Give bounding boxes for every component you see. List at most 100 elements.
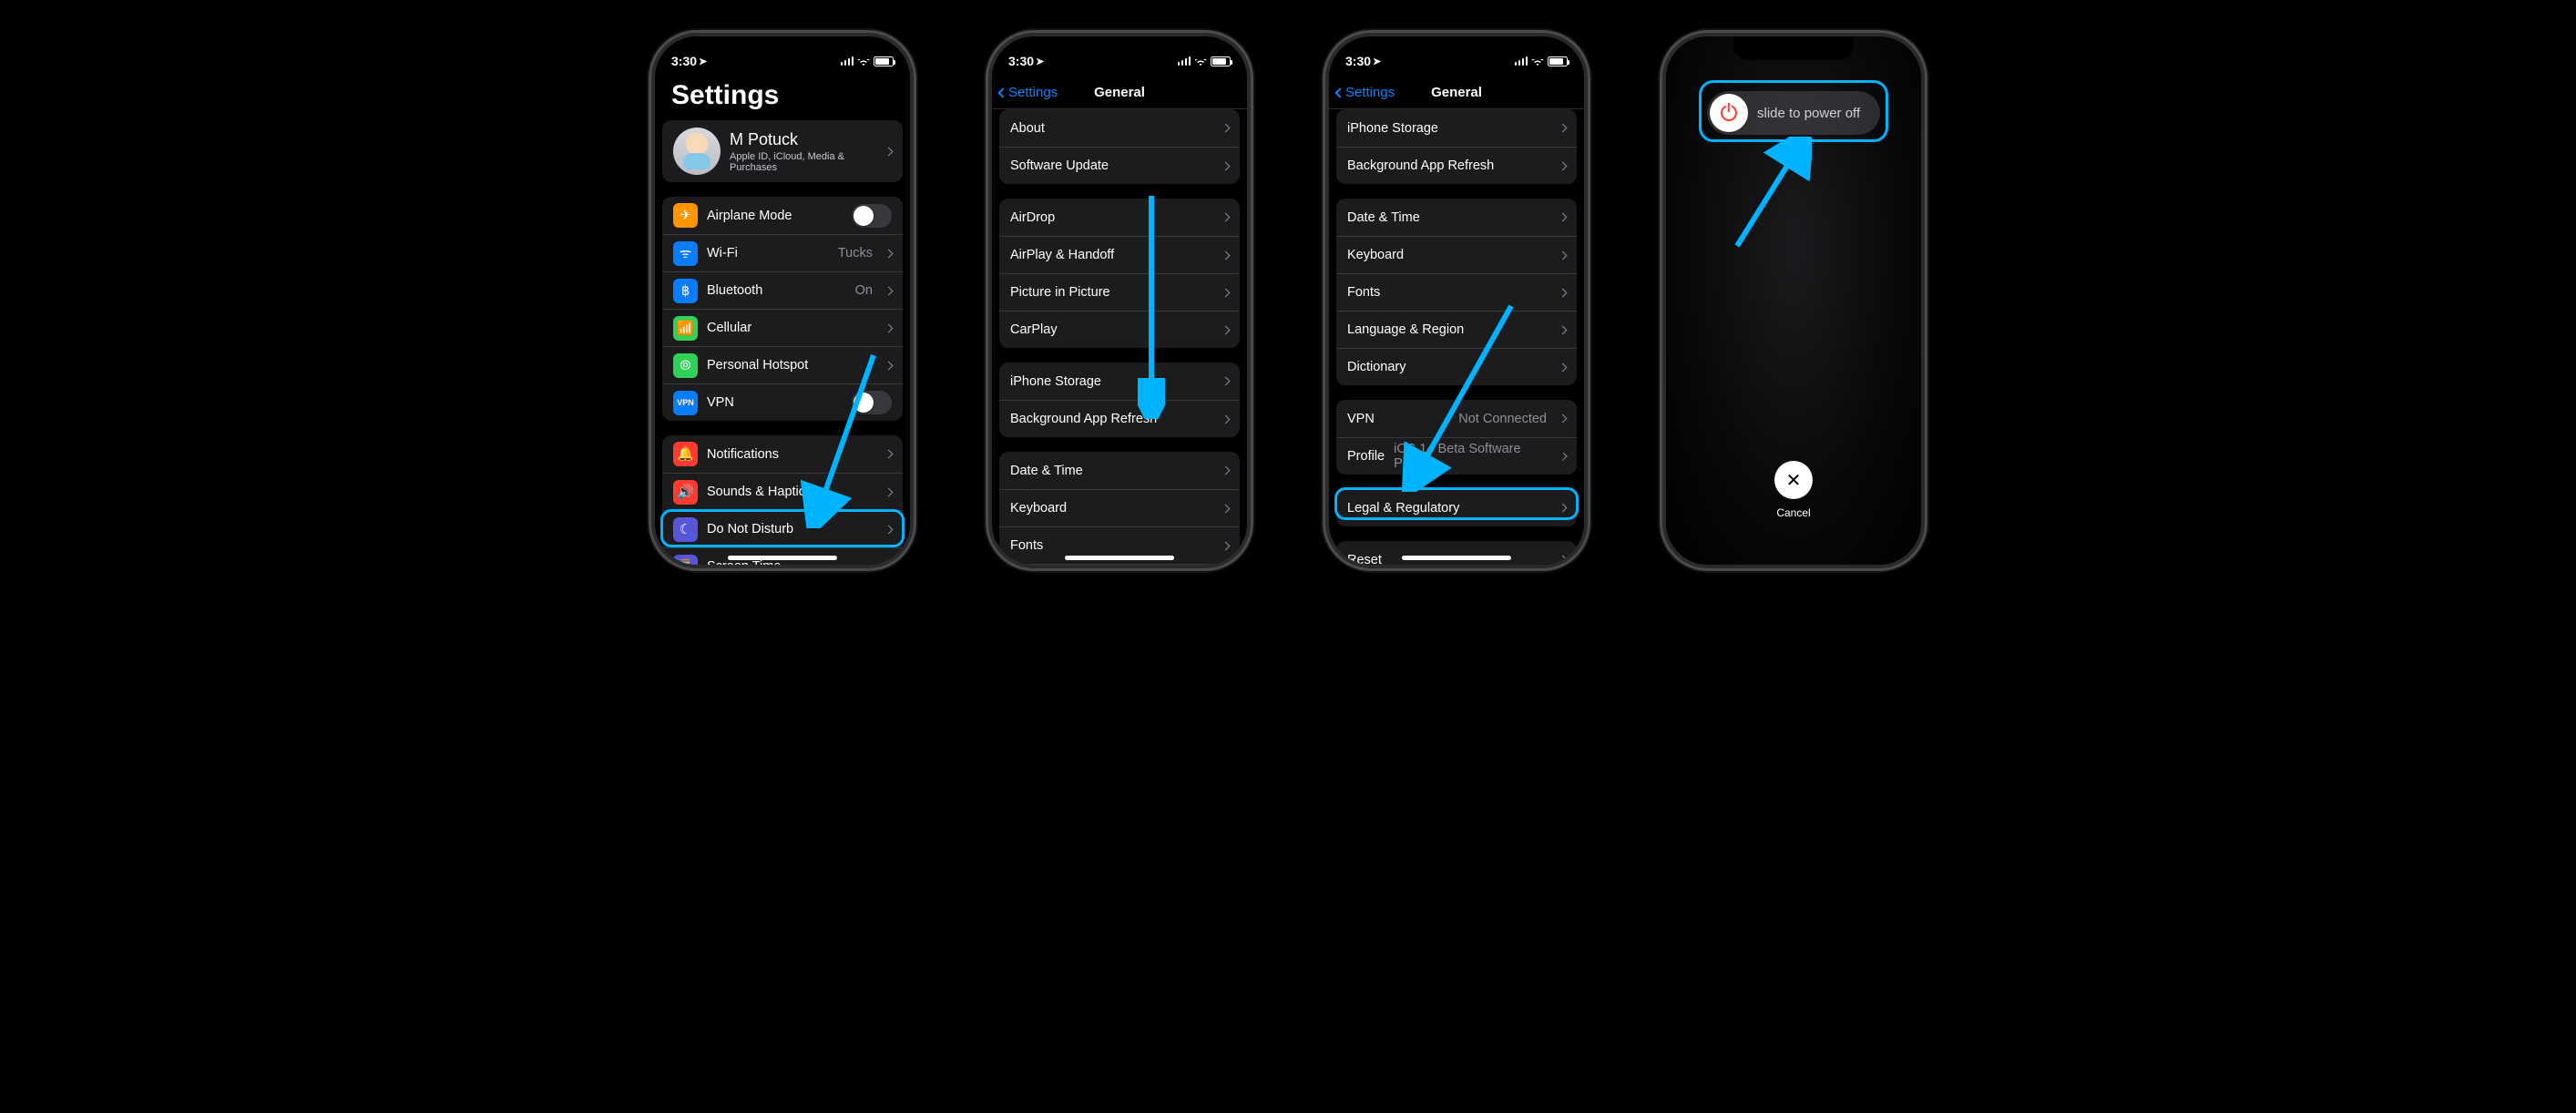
power-slider-knob[interactable]	[1710, 94, 1748, 132]
wifi-settings-icon: ᯤ	[673, 241, 698, 266]
location-services-icon: ➤	[1373, 56, 1381, 67]
chevron-right-icon	[1222, 541, 1231, 550]
row-about[interactable]: About	[999, 109, 1240, 147]
chevron-right-icon	[1559, 124, 1568, 133]
row-personal-hotspot[interactable]: ⦾ Personal Hotspot	[662, 346, 903, 383]
chevron-left-icon	[997, 87, 1007, 97]
row-vpn[interactable]: VPNNot Connected	[1336, 400, 1577, 437]
slide-to-power-off[interactable]: slide to power off	[1707, 91, 1880, 135]
location-services-icon: ➤	[1036, 56, 1044, 67]
chevron-right-icon	[1222, 250, 1231, 260]
row-reset[interactable]: Reset	[1336, 541, 1577, 565]
vpn-icon: VPN	[673, 391, 698, 415]
airplane-mode-toggle[interactable]	[852, 204, 892, 228]
chevron-right-icon	[1222, 213, 1231, 222]
cancel-button[interactable]: ✕ Cancel	[1774, 461, 1813, 519]
back-button[interactable]: Settings	[999, 85, 1058, 100]
chevron-right-icon	[1559, 556, 1568, 565]
row-airdrop[interactable]: AirDrop	[999, 199, 1240, 236]
row-cellular[interactable]: 📶 Cellular	[662, 309, 903, 346]
row-profile[interactable]: ProfileiOS 14 Beta Software Profile	[1336, 437, 1577, 475]
row-vpn[interactable]: VPN VPN	[662, 383, 903, 421]
row-language-region[interactable]: Language & Region	[999, 564, 1240, 565]
notch	[1396, 36, 1517, 60]
chevron-right-icon	[1222, 377, 1231, 386]
chevron-right-icon	[884, 450, 894, 459]
screentime-icon: ⏳	[673, 555, 698, 566]
dnd-icon: ☾	[673, 517, 698, 542]
screen-settings-root: 3:30 ➤ Settings M Potuck Apple ID, iClou…	[655, 36, 910, 565]
home-indicator[interactable]	[728, 556, 837, 560]
row-language-region[interactable]: Language & Region	[1336, 311, 1577, 348]
row-iphone-storage[interactable]: iPhone Storage	[999, 362, 1240, 400]
chevron-left-icon	[1334, 87, 1344, 97]
row-bluetooth[interactable]: ฿ Bluetooth On	[662, 271, 903, 309]
row-iphone-storage[interactable]: iPhone Storage	[1336, 109, 1577, 147]
chevron-right-icon	[884, 286, 894, 295]
avatar	[673, 128, 721, 175]
slide-label: slide to power off	[1757, 106, 1860, 121]
row-keyboard[interactable]: Keyboard	[999, 489, 1240, 526]
chevron-right-icon	[1559, 250, 1568, 260]
battery-icon	[1548, 56, 1568, 66]
row-background-app-refresh[interactable]: Background App Refresh	[1336, 147, 1577, 184]
chevron-right-icon	[1222, 414, 1231, 424]
chevron-right-icon	[1559, 161, 1568, 170]
bluetooth-icon: ฿	[673, 279, 698, 303]
status-time: 3:30	[1345, 54, 1371, 68]
chevron-right-icon	[1559, 504, 1568, 513]
chevron-right-icon	[1222, 124, 1231, 133]
row-airplane-mode[interactable]: ✈︎ Airplane Mode	[662, 197, 903, 234]
row-wifi[interactable]: ᯤ Wi-Fi Tucks	[662, 234, 903, 271]
chevron-right-icon	[1559, 213, 1568, 222]
row-fonts[interactable]: Fonts	[1336, 273, 1577, 311]
wifi-icon	[1194, 56, 1207, 66]
chevron-right-icon	[884, 562, 894, 565]
power-icon	[1721, 105, 1737, 121]
row-software-update[interactable]: Software Update	[999, 147, 1240, 184]
location-services-icon: ➤	[699, 56, 707, 67]
home-indicator[interactable]	[1402, 556, 1511, 560]
cellular-signal-icon	[841, 56, 854, 66]
status-time: 3:30	[671, 54, 697, 68]
chevron-right-icon	[1222, 504, 1231, 513]
sounds-icon: 🔊	[673, 480, 698, 505]
screen-general-top: 3:30 ➤ Settings General About Software U…	[992, 36, 1247, 565]
row-sounds-haptics[interactable]: 🔊 Sounds & Haptics	[662, 473, 903, 510]
chevron-right-icon	[884, 147, 894, 156]
row-carplay[interactable]: CarPlay	[999, 311, 1240, 348]
phone-frame-2: 3:30 ➤ Settings General About Software U…	[992, 36, 1247, 565]
row-background-app-refresh[interactable]: Background App Refresh	[999, 400, 1240, 437]
hotspot-icon: ⦾	[673, 353, 698, 378]
chevron-right-icon	[884, 249, 894, 258]
chevron-right-icon	[1559, 362, 1568, 372]
chevron-right-icon	[884, 361, 894, 370]
back-button[interactable]: Settings	[1336, 85, 1395, 100]
row-date-time[interactable]: Date & Time	[1336, 199, 1577, 236]
status-time: 3:30	[1008, 54, 1034, 68]
chevron-right-icon	[884, 487, 894, 496]
notifications-icon: 🔔	[673, 442, 698, 466]
row-picture-in-picture[interactable]: Picture in Picture	[999, 273, 1240, 311]
row-dictionary[interactable]: Dictionary	[1336, 348, 1577, 385]
close-icon: ✕	[1774, 461, 1813, 499]
cellular-signal-icon	[1178, 56, 1191, 66]
page-title: Settings	[662, 77, 903, 120]
home-indicator[interactable]	[1065, 556, 1174, 560]
screen-power-off: slide to power off ✕ Cancel	[1666, 36, 1921, 565]
row-keyboard[interactable]: Keyboard	[1336, 236, 1577, 273]
row-date-time[interactable]: Date & Time	[999, 452, 1240, 489]
cellular-signal-icon	[1515, 56, 1528, 66]
battery-icon	[874, 56, 894, 66]
chevron-right-icon	[884, 525, 894, 534]
phone-frame-1: 3:30 ➤ Settings M Potuck Apple ID, iClou…	[655, 36, 910, 565]
row-airplay-handoff[interactable]: AirPlay & Handoff	[999, 236, 1240, 273]
row-do-not-disturb[interactable]: ☾ Do Not Disturb	[662, 510, 903, 547]
row-legal-regulatory[interactable]: Legal & Regulatory	[1336, 489, 1577, 526]
chevron-right-icon	[1559, 288, 1568, 297]
airplane-icon: ✈︎	[673, 203, 698, 228]
nav-bar: Settings General	[1329, 77, 1584, 109]
row-notifications[interactable]: 🔔 Notifications	[662, 435, 903, 473]
vpn-toggle[interactable]	[852, 391, 892, 414]
apple-id-row[interactable]: M Potuck Apple ID, iCloud, Media & Purch…	[662, 120, 903, 182]
